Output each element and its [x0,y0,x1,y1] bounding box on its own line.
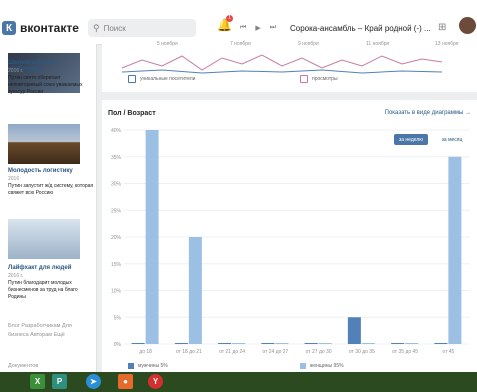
x-tick-label: от 21 до 24 [219,349,245,355]
excel-icon[interactable]: X [30,374,45,389]
bar-мужчины [131,343,145,344]
legend-female[interactable]: женщины 95% [300,363,344,369]
ad-subtitle: 2016 г. [8,273,24,279]
apps-icon[interactable]: ⊞ [438,22,446,33]
gender-age-panel: Пол / Возраст Показать в виде диаграммы … [102,100,477,372]
ad-subtitle: 2016 г. [8,68,24,74]
checkbox-icon[interactable] [300,75,308,83]
vk-logo[interactable]: К вконтакте [2,21,79,35]
bar-женщины [232,343,246,344]
checkbox-unique[interactable]: уникальные посетители [128,75,195,83]
bar-женщины [361,343,375,344]
publisher-icon[interactable]: P [52,374,67,389]
search-placeholder: Поиск [103,23,126,33]
visits-line [121,54,443,74]
y-tick-label: 30% [111,182,122,188]
bar-женщины [448,156,462,344]
taskbar: X P ➤ ● Y [0,372,477,392]
legend-swatch-female [300,363,306,369]
bar-мужчины [347,317,361,344]
x-tick-label: от 45 [442,349,454,355]
y-tick-label: 0% [114,342,122,348]
bar-мужчины [218,343,232,344]
logo-text[interactable]: вконтакте [20,21,79,35]
telegram-icon[interactable]: ➤ [86,374,101,389]
top-bar: К вконтакте ⚲ Поиск 🔔 1 ⏮ ▶ ⏭ Сорока-анс… [0,0,477,45]
prev-icon[interactable]: ⏮ [240,24,246,32]
date-label: 9 ноября [298,41,319,47]
player-controls: ⏮ ▶ ⏭ [240,24,276,32]
x-tick-label: от 27 до 30 [306,349,332,355]
legend-male[interactable]: мужчины 5% [128,363,168,369]
next-icon[interactable]: ⏭ [270,24,276,32]
x-tick-label: от 35 до 45 [392,349,418,355]
bar-мужчины [174,343,188,344]
ad-title[interactable]: Лайфхакт для людей [8,265,92,271]
vk-logo-icon[interactable]: К [2,21,16,35]
x-tick-label: до 18 [139,349,152,355]
bar-женщины [145,130,159,344]
checkbox-icon[interactable] [128,75,136,83]
y-tick-label: 5% [114,315,122,321]
legend-female-label: женщины 95% [310,363,344,369]
avatar[interactable] [459,17,476,34]
yandex-browser-icon[interactable]: Y [148,374,163,389]
y-tick-label: 25% [111,208,122,214]
x-tick-label: от 24 до 27 [262,349,288,355]
date-label: 7 ноября [230,41,251,47]
y-tick-label: 10% [111,289,122,295]
gender-age-chart: 0% 5% 10% 15% 20% 25% 30% 35% 40% до 18 от 18 до 2… [111,128,470,355]
ad-image[interactable] [8,124,80,164]
legend-swatch-male [128,363,134,369]
bar-мужчины [391,343,405,344]
checkbox-views[interactable]: просмотры [300,75,338,83]
legend-male-label: мужчины 5% [138,363,168,369]
ad-image[interactable] [8,219,80,259]
footer-links[interactable]: Блог Разработчикам Для бизнеса Авторам Е… [8,322,94,340]
date-label: 13 ноября [435,41,459,47]
bar-мужчины [261,343,275,344]
checkbox-unique-label: уникальные посетители [140,76,196,82]
visits-panel: 5 ноября 7 ноября 9 ноября 11 ноября 13 … [102,41,477,92]
x-tick-label: от 18 до 21 [176,349,202,355]
ad-text[interactable]: Путин благодарит молодых бизнесменов за … [8,280,94,301]
bar-женщины [188,237,202,344]
app-icon[interactable]: ● [118,374,133,389]
chart-toggle-link[interactable]: Показать в виде диаграммы → [385,110,471,116]
search-input[interactable]: ⚲ Поиск [88,19,196,37]
y-tick-label: 40% [111,128,122,134]
checkbox-views-label: просмотры [312,76,338,82]
date-label: 5 ноября [157,41,178,47]
ad-subtitle: 2016 [8,176,20,182]
date-label: 11 ноября [366,41,390,47]
y-tick-label: 15% [111,262,122,268]
bar-мужчины [304,343,318,344]
now-playing[interactable]: Сорока-ансамбль – Край родной (-) ... [290,24,431,33]
chart-title: Пол / Возраст [108,110,156,117]
sidebar: Шелковый путь – особенный 2016 г. Путин … [0,44,97,372]
bar-женщины [318,343,332,344]
ad-text[interactable]: Путин запустит ж/д систему, которая свяж… [8,183,94,197]
y-tick-label: 20% [111,235,122,241]
ad-text[interactable]: Путин свято оберегает неповторимый союз … [8,75,94,96]
search-icon: ⚲ [93,22,100,33]
y-tick-label: 35% [111,155,122,161]
bar-мужчины [434,343,448,344]
bar-женщины [405,343,419,344]
footer-more[interactable]: Документов [8,362,94,371]
play-icon[interactable]: ▶ [255,24,260,32]
bar-женщины [275,343,289,344]
notification-badge: 1 [226,15,233,22]
x-tick-label: от 30 до 35 [349,349,375,355]
ad-title[interactable]: Молодость логистику [8,168,92,174]
